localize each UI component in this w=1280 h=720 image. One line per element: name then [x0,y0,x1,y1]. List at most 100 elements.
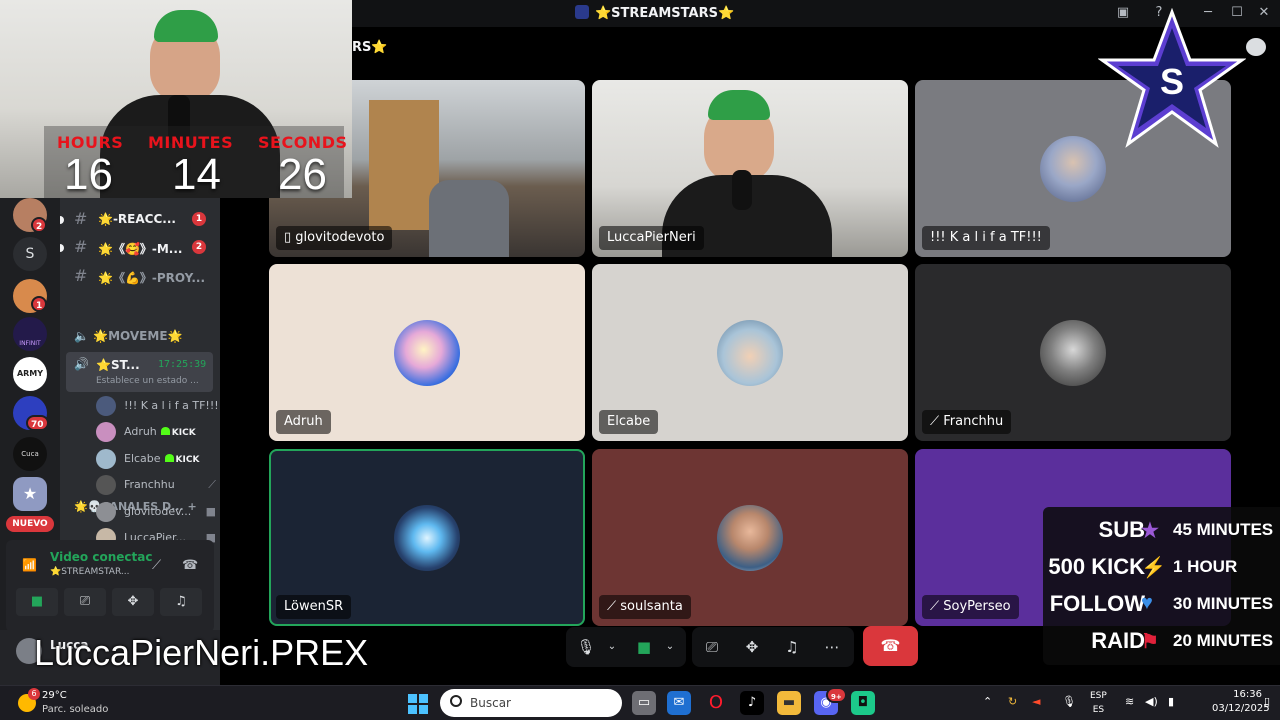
tile-label-text: soulsanta [620,599,683,614]
weather-badge: 6 [28,688,40,700]
window-title: ⭐STREAMSTARS⭐ [575,5,734,21]
activities-button[interactable]: ✥ [112,588,154,616]
server-icon[interactable]: S [13,237,47,271]
tray-overflow-icon[interactable]: ⌃ [983,695,992,708]
phone-icon: ▯ [284,230,296,245]
user-avatar [96,396,116,416]
user-avatar [96,422,116,442]
voice-user[interactable]: !!! K a l i f a TF!!! [96,394,219,418]
heart-icon [160,427,170,435]
call-actions: ⎚ ✥ ♫ ⋯ [692,627,854,667]
discord-badge: 9+ [826,687,847,703]
soundboard-button[interactable]: ♫ [160,588,202,616]
subathon-rewards: SUB ★ 45 MINUTES 500 KICK ⚡ 1 HOUR FOLLOW ♥ 30 M… [1043,507,1280,665]
voice-user[interactable]: Franchhu ⟋ [96,473,216,497]
server-icon[interactable]: Cuca [13,437,47,471]
reward-trigger: SUB [1098,517,1145,542]
notification-icon[interactable]: ▯ [1264,695,1270,708]
speaker-tray-icon[interactable]: ◄ [1032,695,1040,708]
soundboard-icon[interactable]: ♫ [780,635,804,659]
refresh-icon[interactable]: ↻ [1008,695,1017,708]
opera-icon[interactable]: O [704,691,728,715]
voice-user[interactable]: Adruh KICK [96,420,216,444]
reward-icon: ⚑ [1141,631,1159,653]
video-tile[interactable]: LöwenSR [269,449,585,626]
video-tile[interactable]: Adruh [269,264,585,441]
language-indicator[interactable]: ESP ES [1090,689,1107,717]
connection-channel[interactable]: ⭐STREAMSTAR... [50,567,129,577]
tile-label: ▯ glovitodevoto [276,226,393,250]
camera-icon[interactable]: ■ [632,635,656,659]
tile-label: Elcabe [599,410,659,434]
voice-user[interactable]: Elcabe KICK [96,447,216,471]
reward-time: 30 MINUTES [1173,594,1274,613]
app-icon[interactable]: ◘ [851,691,875,715]
user-avatar [96,502,116,522]
hash-icon: # [74,237,88,256]
tile-label: ⟋ soulsanta [599,595,691,619]
clock-date: 03/12/2025 [1212,703,1270,714]
server-icon[interactable]: ARMY [13,357,47,391]
reward-time: 1 HOUR [1173,557,1238,576]
server-icon[interactable]: ★ [13,477,47,511]
disconnect-icon[interactable]: ☎ [182,558,198,573]
microphone-tray-icon[interactable]: 🎙 [1062,695,1076,708]
microphone-shape [732,170,752,210]
video-tile[interactable]: LuccaPierNeri [592,80,908,257]
tile-label: Adruh [276,410,331,434]
chair-shape [429,180,509,257]
text-channel[interactable]: # 🌟《💪》-PROY... [60,264,220,288]
reward-time: 45 MINUTES [1173,520,1274,539]
activities-icon[interactable]: ✥ [740,635,764,659]
video-tile[interactable]: ⟋ Franchhu [915,264,1231,441]
server-icon[interactable]: INFINIT [13,317,47,351]
wifi-icon[interactable]: ≋ [1125,695,1134,708]
weather-widget[interactable]: 6 29°C Parc. soleado [14,688,154,718]
outlook-icon[interactable]: ✉ [667,691,691,715]
chevron-down-icon[interactable]: ⌄ [600,635,624,659]
taskbar-clock[interactable]: 16:36 03/12/2025 [1212,688,1270,716]
voice-channel[interactable]: 🔈 🌟MOVEME🌟 [74,329,214,343]
user-name-text: Elcabe [124,452,161,465]
av-controls: 🎙 ⌄ ■ ⌄ [566,627,686,667]
language-code: ESP [1090,691,1107,701]
hours-value: 16 [64,150,113,198]
text-channel[interactable]: # 🌟《🥰》-M... 2 [60,235,220,259]
noise-suppression-icon[interactable]: ⟋ [152,558,161,573]
chat-bubble-icon[interactable] [1246,38,1266,56]
voice-user[interactable]: glovitodev... ■ [96,500,216,524]
unread-indicator [60,216,64,224]
video-tile[interactable]: Elcabe [592,264,908,441]
file-explorer-icon[interactable]: ▬ [777,691,801,715]
screen-share-button[interactable]: ⎚ [64,588,106,616]
task-view-icon[interactable]: ▭ [632,691,656,715]
more-options-icon[interactable]: ⋯ [820,635,844,659]
active-voice-channel[interactable]: 🔊 ⭐ST... 17:25:39 Establece un estado ..… [66,352,213,392]
screen-share-icon[interactable]: ⎚ [700,635,724,659]
tile-label: LöwenSR [276,595,352,619]
volume-icon[interactable]: ◀) [1145,695,1158,708]
app-icon [575,5,589,19]
participant-avatar [394,320,460,386]
streamstars-logo: S [1098,8,1246,148]
chevron-down-icon[interactable]: ⌄ [658,635,682,659]
taskbar-search[interactable]: Buscar [440,689,622,717]
text-channel[interactable]: # 🌟-REACC... 1 [60,207,220,231]
tiktok-icon[interactable]: ♪ [740,691,764,715]
camera-button[interactable]: ■ [16,588,58,616]
microphone-icon[interactable]: 🎙 [574,635,598,659]
tile-label: ⟋ SoyPerseo [922,595,1019,619]
mention-badge: 1 [192,212,206,226]
battery-icon[interactable]: ▮ [1168,695,1174,708]
muted-mic-icon: ⟋ [208,478,216,491]
muted-mic-icon: ⟋ [930,414,944,429]
tile-label: LuccaPierNeri [599,226,704,250]
participant-avatar [1040,136,1106,202]
disconnect-button[interactable]: ☎ [863,626,918,666]
close-button[interactable]: ✕ [1254,4,1274,22]
video-tile[interactable]: ⟋ soulsanta [592,449,908,626]
screen: ⭐STREAMSTARS⭐ ▣ ? ─ ☐ ✕ RS⭐ ▯ glovitodev… [0,0,1280,720]
windows-start-icon[interactable] [408,694,428,714]
weather-desc: Parc. soleado [42,704,109,715]
tile-label-text: Franchhu [943,414,1004,429]
